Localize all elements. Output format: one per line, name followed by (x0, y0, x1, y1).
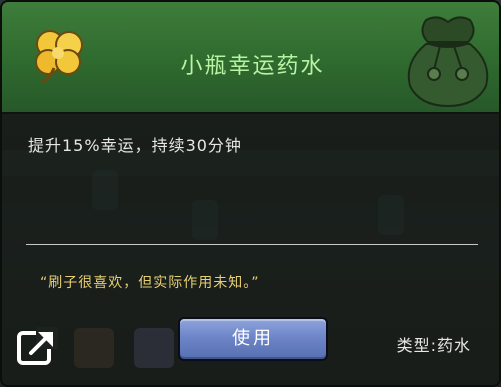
sack-icon (407, 16, 489, 108)
item-type: 类型:药水 (396, 336, 471, 355)
tooltip-header: 小瓶幸运药水 (2, 2, 499, 114)
use-button[interactable]: 使用 (178, 317, 328, 361)
flavor-text: “刷子很喜欢，但实际作用未知。” (40, 275, 260, 291)
inventory-slot (134, 328, 174, 368)
item-description: 提升15%幸运，持续30分钟 (28, 136, 242, 155)
share-icon[interactable] (16, 324, 60, 368)
divider (26, 244, 478, 245)
item-tooltip-panel: 小瓶幸运药水 提升15%幸运，持续30分钟 “刷子很喜欢，但实际作用未知。” 使… (0, 0, 501, 387)
inventory-slot (74, 328, 114, 368)
